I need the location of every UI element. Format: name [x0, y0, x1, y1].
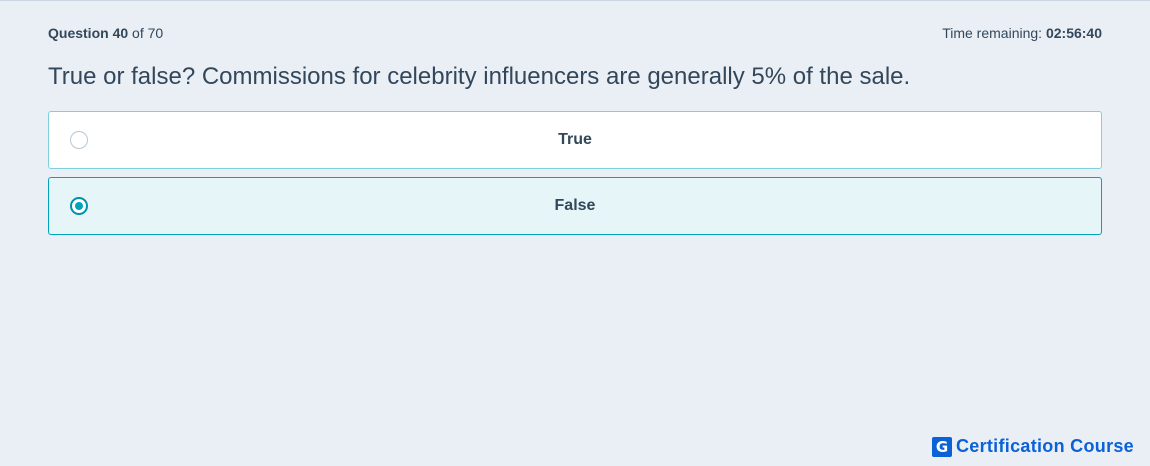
time-remaining: Time remaining: 02:56:40 [942, 25, 1102, 41]
question-counter: Question 40 of 70 [48, 25, 163, 41]
brand-name: Certification Course [955, 436, 1134, 456]
question-word: Question [48, 25, 109, 41]
brand-logo: G Certification Course [931, 436, 1134, 457]
quiz-header: Question 40 of 70 Time remaining: 02:56:… [48, 23, 1102, 43]
answer-option-label: True [558, 131, 592, 148]
question-total: of 70 [132, 25, 164, 41]
question-text: True or false? Commissions for celebrity… [48, 63, 911, 90]
answer-option-false[interactable]: False [48, 177, 1102, 235]
answer-option-true[interactable]: True [48, 111, 1102, 169]
answer-options: True False [48, 111, 1102, 243]
time-remaining-label: Time remaining: [942, 25, 1043, 41]
answer-option-label: False [554, 197, 596, 214]
time-remaining-value: 02:56:40 [1045, 25, 1102, 41]
certification-course-logo-icon: G [931, 436, 952, 457]
current-question-number: 40 [112, 25, 129, 41]
